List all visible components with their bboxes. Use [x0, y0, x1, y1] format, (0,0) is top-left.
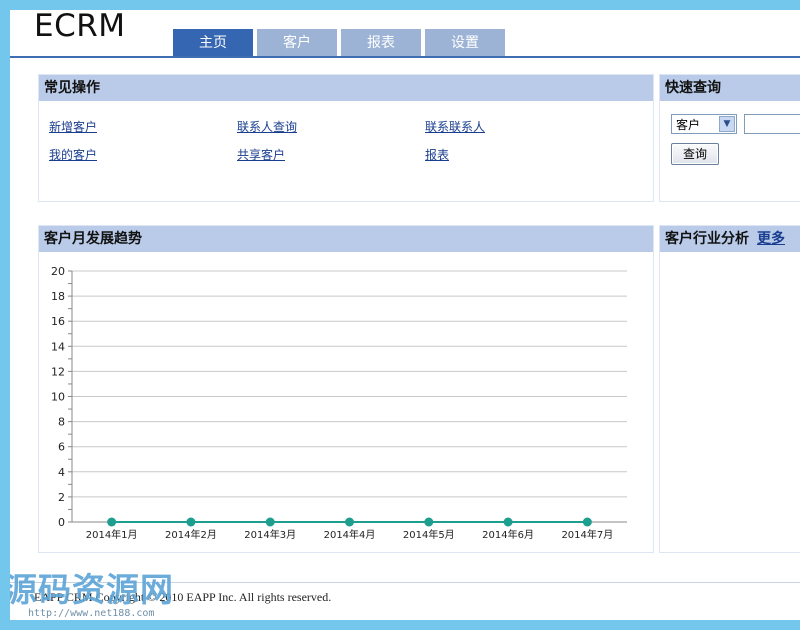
tab-reports[interactable]: 报表	[341, 29, 421, 57]
x-tick-label: 2014年7月	[561, 528, 613, 541]
link-contact-contacts[interactable]: 联系联系人	[425, 118, 485, 135]
data-point	[265, 517, 275, 527]
industry-header: 客户行业分析 更多	[660, 226, 800, 252]
quick-search-title: 快速查询	[660, 75, 800, 101]
tab-home[interactable]: 主页	[173, 29, 253, 57]
data-point	[345, 517, 354, 527]
watermark-url: http://www.net188.com	[28, 608, 155, 619]
page: ECRM 主页 客户 报表 设置 常见操作 新增客户 联系人查询 联系联系人 我…	[10, 10, 800, 620]
x-tick-label: 2014年5月	[403, 528, 455, 541]
link-add-customer[interactable]: 新增客户	[49, 118, 97, 135]
chevron-down-icon[interactable]: ▼	[719, 116, 735, 132]
x-tick-label: 2014年2月	[165, 528, 217, 541]
search-button[interactable]: 查询	[671, 143, 719, 165]
trend-chart: 0 2 4 6 8 10 12 14 16 18 20 2014年1月 2014年2月 2014年3月 20…	[51, 265, 627, 541]
watermark-logo: 源码资源网	[10, 570, 174, 609]
industry-title: 客户行业分析	[665, 231, 749, 247]
industry-panel: 客户行业分析 更多	[659, 225, 800, 553]
link-reports[interactable]: 报表	[425, 146, 449, 163]
data-point	[424, 517, 434, 527]
y-tick-label: 10	[51, 391, 65, 404]
y-tick-label: 2	[58, 491, 65, 504]
y-tick-label: 8	[58, 416, 65, 429]
y-tick-label: 0	[58, 516, 65, 529]
y-tick-label: 6	[58, 441, 65, 454]
y-tick-label: 18	[51, 290, 65, 303]
link-my-customers[interactable]: 我的客户	[49, 146, 97, 163]
x-tick-label: 2014年6月	[482, 528, 534, 541]
quick-search-panel: 快速查询 客户 ▼ 查询	[659, 74, 800, 202]
search-input[interactable]	[744, 114, 800, 134]
link-shared-customers[interactable]: 共享客户	[237, 146, 285, 163]
brand-logo: ECRM	[34, 10, 126, 44]
x-tick-label: 2014年1月	[86, 528, 138, 541]
y-tick-label: 16	[51, 315, 65, 328]
link-contact-search[interactable]: 联系人查询	[237, 118, 297, 135]
industry-more-link[interactable]: 更多	[757, 231, 785, 247]
data-point	[582, 517, 592, 527]
y-tick-label: 12	[51, 365, 65, 378]
data-point	[503, 517, 513, 527]
search-type-value: 客户	[676, 118, 701, 132]
y-tick-label: 14	[51, 340, 65, 353]
common-ops-title: 常见操作	[39, 75, 653, 101]
data-point	[186, 517, 196, 527]
y-tick-label: 20	[51, 265, 65, 278]
data-point	[107, 517, 117, 527]
header-divider	[10, 56, 800, 58]
x-tick-label: 2014年4月	[324, 528, 376, 541]
tab-customers[interactable]: 客户	[257, 29, 337, 57]
y-tick-label: 4	[58, 466, 65, 479]
trend-panel: 客户月发展趋势 0 2 4 6 8 10 12 14 16 18 20 2014年1月 2014年2月 2…	[38, 225, 654, 553]
tab-settings[interactable]: 设置	[425, 29, 505, 57]
x-tick-label: 2014年3月	[244, 528, 296, 541]
trend-title: 客户月发展趋势	[39, 226, 653, 252]
search-type-select[interactable]: 客户 ▼	[671, 114, 737, 134]
main-tabs: 主页 客户 报表 设置	[173, 29, 505, 57]
common-ops-panel: 常见操作 新增客户 联系人查询 联系联系人 我的客户 共享客户 报表	[38, 74, 654, 202]
